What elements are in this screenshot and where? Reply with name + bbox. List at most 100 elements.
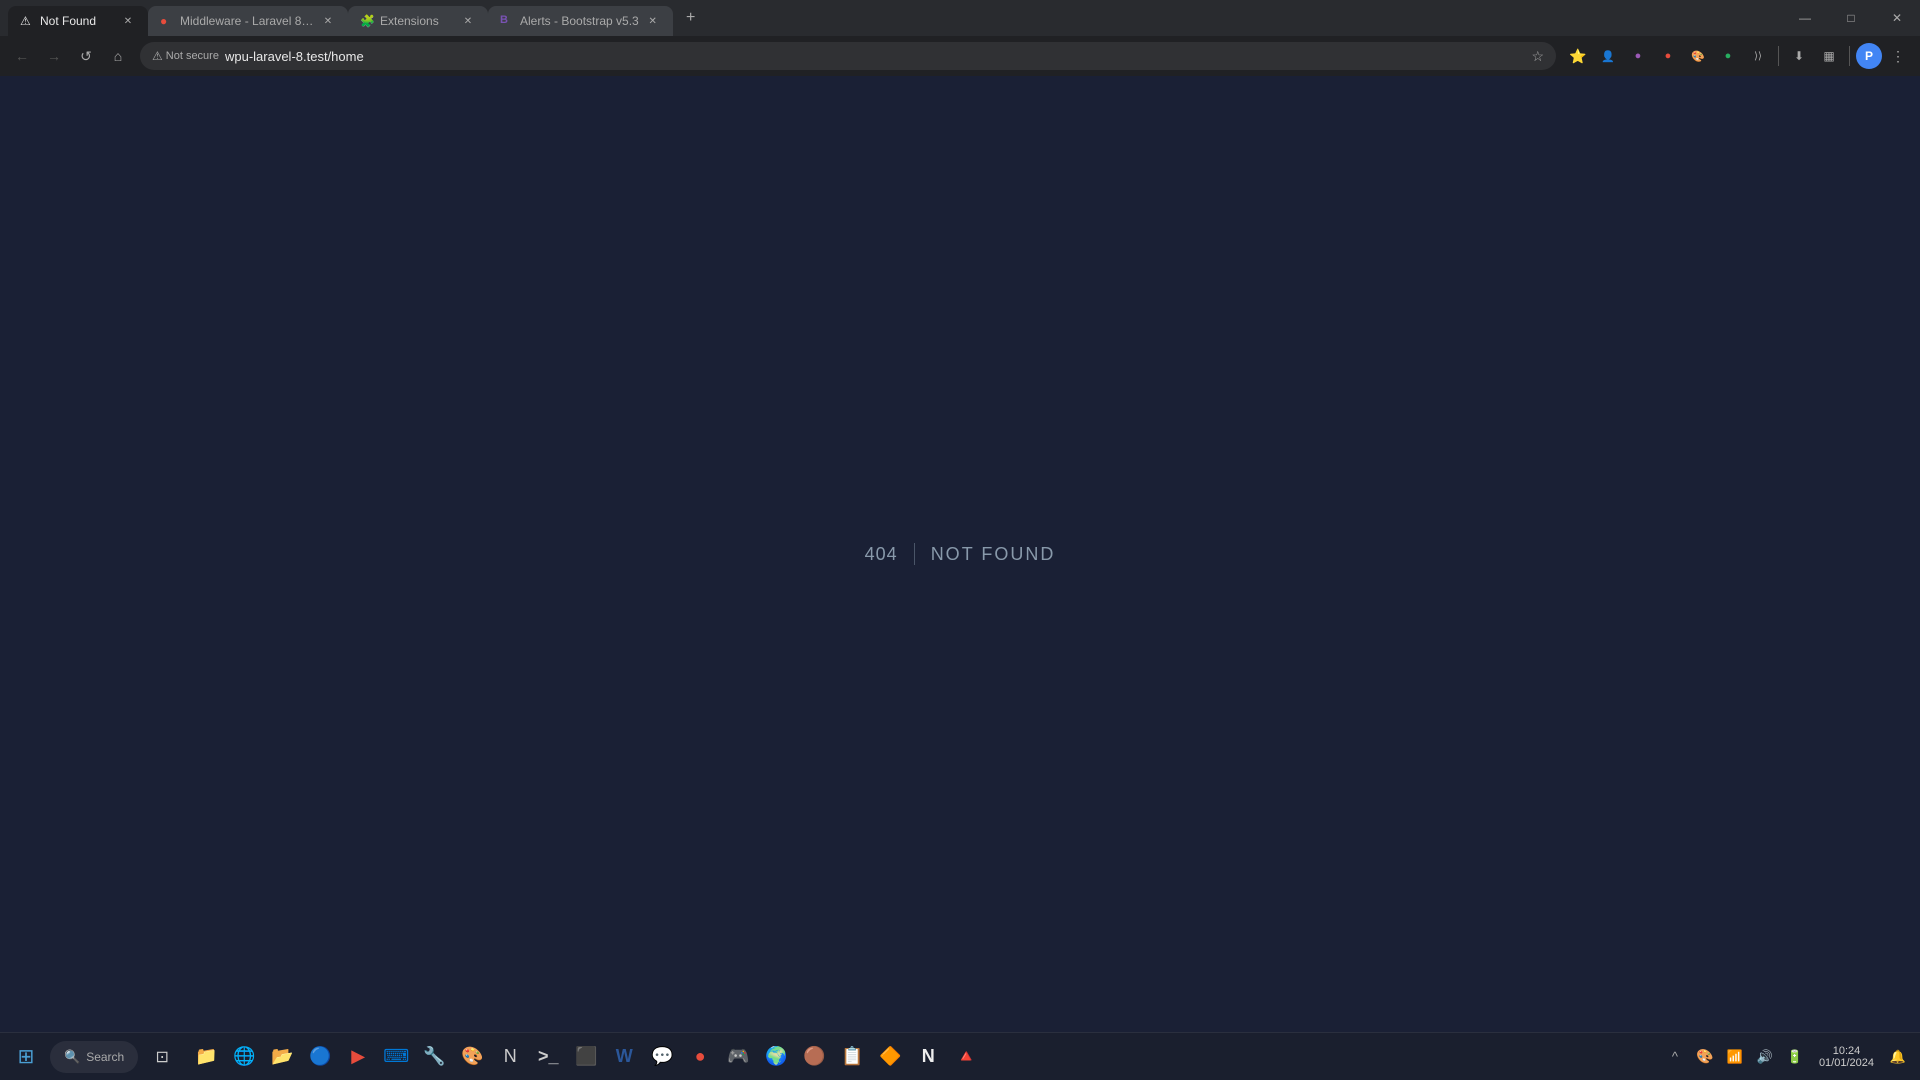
taskbar-item-app9[interactable]: N bbox=[492, 1039, 528, 1075]
home-button[interactable]: ⌂ bbox=[104, 42, 132, 70]
taskbar-item-notes[interactable]: 📋 bbox=[834, 1039, 870, 1075]
menu-icon[interactable]: ⋮ bbox=[1884, 42, 1912, 70]
bookmark-star-icon[interactable]: ☆ bbox=[1531, 48, 1544, 65]
notion2-icon: N bbox=[922, 1046, 935, 1067]
tab-title-2: Middleware - Laravel 8.x - The... bbox=[180, 14, 314, 28]
taskbar-item-notion[interactable]: >_ bbox=[530, 1039, 566, 1075]
app17-icon: 🟤 bbox=[803, 1046, 825, 1067]
taskbar-item-word[interactable]: W bbox=[606, 1039, 642, 1075]
nav-bar: ← → ↺ ⌂ ⚠ Not secure wpu-laravel-8.test/… bbox=[0, 36, 1920, 76]
search-text: Search bbox=[86, 1050, 124, 1064]
taskbar-item-youtube[interactable]: ▶ bbox=[340, 1039, 376, 1075]
taskbar-item-app14[interactable]: ● bbox=[682, 1039, 718, 1075]
search-icon: 🔍 bbox=[64, 1049, 80, 1065]
taskbar-item-discord[interactable]: 🎮 bbox=[720, 1039, 756, 1075]
start-icon: ⊞ bbox=[18, 1044, 35, 1069]
toolbar-right: ⭐ 👤 ● ● 🎨 ● ⟩⟩ ⬇ ▦ P ⋮ bbox=[1564, 42, 1912, 70]
extension-2-icon[interactable]: ● bbox=[1654, 42, 1682, 70]
terminal-icon: ⬛ bbox=[575, 1046, 597, 1067]
toolbar-separator bbox=[1778, 46, 1779, 66]
tab-not-found[interactable]: ⚠ Not Found ✕ bbox=[8, 6, 148, 36]
file-explorer-icon: 📁 bbox=[195, 1046, 217, 1067]
extension-1-icon[interactable]: ● bbox=[1624, 42, 1652, 70]
error-divider bbox=[914, 543, 915, 565]
clock-time: 10:24 bbox=[1833, 1045, 1861, 1057]
tab-extensions[interactable]: 🧩 Extensions ✕ bbox=[348, 6, 488, 36]
taskbar-item-notion2[interactable]: N bbox=[910, 1039, 946, 1075]
app9-icon: N bbox=[504, 1046, 517, 1067]
tab-bootstrap[interactable]: B Alerts - Bootstrap v5.3 ✕ bbox=[488, 6, 673, 36]
volume-icon[interactable]: 🔊 bbox=[1751, 1043, 1779, 1071]
discord-icon: 🎮 bbox=[727, 1046, 749, 1067]
address-bar[interactable]: ⚠ Not secure wpu-laravel-8.test/home ☆ bbox=[140, 42, 1556, 70]
taskbar-item-files[interactable]: 📂 bbox=[264, 1039, 300, 1075]
taskbar-item-app16[interactable]: 🌍 bbox=[758, 1039, 794, 1075]
tab-title-3: Extensions bbox=[380, 14, 454, 28]
taskbar-items: 📁 🌐 📂 🔵 ▶ ⌨ 🔧 🎨 N >_ ⬛ bbox=[182, 1039, 1659, 1075]
tab-favicon-3: 🧩 bbox=[360, 14, 374, 28]
taskbar-item-terminal[interactable]: ⬛ bbox=[568, 1039, 604, 1075]
chevron-up-icon[interactable]: ^ bbox=[1661, 1043, 1689, 1071]
vscode-icon: ⌨ bbox=[383, 1046, 409, 1067]
forward-button[interactable]: → bbox=[40, 42, 68, 70]
warning-icon: ⚠ bbox=[152, 49, 163, 63]
taskbar-item-app19[interactable]: 🔶 bbox=[872, 1039, 908, 1075]
taskbar-item-app17[interactable]: 🟤 bbox=[796, 1039, 832, 1075]
taskbar: ⊞ 🔍 Search ⊡ 📁 🌐 📂 🔵 ▶ ⌨ 🔧 🎨 bbox=[0, 1032, 1920, 1080]
app8-icon: 🎨 bbox=[461, 1046, 483, 1067]
taskbar-item-chrome[interactable]: 🔵 bbox=[302, 1039, 338, 1075]
profile-sync-icon[interactable]: 👤 bbox=[1594, 42, 1622, 70]
error-code: 404 bbox=[865, 544, 898, 565]
minimize-button[interactable]: — bbox=[1782, 0, 1828, 36]
tab-bar-row: ⚠ Not Found ✕ ● Middleware - Laravel 8.x… bbox=[0, 0, 1920, 36]
edge-icon: 🌐 bbox=[233, 1046, 255, 1067]
security-label: Not secure bbox=[166, 50, 219, 62]
word-icon: W bbox=[616, 1046, 633, 1067]
extension-5-icon[interactable]: ⟩⟩ bbox=[1744, 42, 1772, 70]
taskbar-item-app8[interactable]: 🎨 bbox=[454, 1039, 490, 1075]
back-button[interactable]: ← bbox=[8, 42, 36, 70]
taskbar-clock[interactable]: 10:24 01/01/2024 bbox=[1811, 1035, 1882, 1079]
taskbar-item-file-explorer[interactable]: 📁 bbox=[188, 1039, 224, 1075]
error-message: NOT FOUND bbox=[931, 544, 1056, 565]
profile-avatar[interactable]: P bbox=[1856, 43, 1882, 69]
reload-button[interactable]: ↺ bbox=[72, 42, 100, 70]
files-icon: 📂 bbox=[271, 1046, 293, 1067]
battery-icon[interactable]: 🔋 bbox=[1781, 1043, 1809, 1071]
tab-close-2[interactable]: ✕ bbox=[320, 13, 336, 29]
browser-chrome: ⚠ Not Found ✕ ● Middleware - Laravel 8.x… bbox=[0, 0, 1920, 76]
sidebar-icon[interactable]: ▦ bbox=[1815, 42, 1843, 70]
start-button[interactable]: ⊞ bbox=[8, 1039, 44, 1075]
taskbar-item-git[interactable]: 🔧 bbox=[416, 1039, 452, 1075]
taskbar-item-whatsapp[interactable]: 💬 bbox=[644, 1039, 680, 1075]
maximize-button[interactable]: □ bbox=[1828, 0, 1874, 36]
tab-close-3[interactable]: ✕ bbox=[460, 13, 476, 29]
extension-3-icon[interactable]: 🎨 bbox=[1684, 42, 1712, 70]
tab-title-4: Alerts - Bootstrap v5.3 bbox=[520, 14, 639, 28]
close-button[interactable]: ✕ bbox=[1874, 0, 1920, 36]
tab-close-4[interactable]: ✕ bbox=[645, 13, 661, 29]
extension-4-icon[interactable]: ● bbox=[1714, 42, 1742, 70]
taskbar-right: ^ 🎨 📶 🔊 🔋 10:24 01/01/2024 🔔 bbox=[1661, 1035, 1912, 1079]
browser-content: 404 NOT FOUND bbox=[0, 76, 1920, 1032]
address-url: wpu-laravel-8.test/home bbox=[225, 49, 1525, 64]
tab-favicon-4: B bbox=[500, 14, 514, 28]
taskbar-item-vscode[interactable]: ⌨ bbox=[378, 1039, 414, 1075]
multicolor-icon[interactable]: 🎨 bbox=[1691, 1043, 1719, 1071]
whatsapp-icon: 💬 bbox=[651, 1046, 673, 1067]
task-view-button[interactable]: ⊡ bbox=[144, 1039, 180, 1075]
taskbar-item-edge[interactable]: 🌐 bbox=[226, 1039, 262, 1075]
taskbar-search[interactable]: 🔍 Search bbox=[50, 1041, 138, 1073]
app14-icon: ● bbox=[695, 1046, 706, 1067]
downloads-icon[interactable]: ⬇ bbox=[1785, 42, 1813, 70]
clock-date: 01/01/2024 bbox=[1819, 1057, 1874, 1069]
taskbar-item-vlc[interactable]: 🔺 bbox=[948, 1039, 984, 1075]
bookmark-icon[interactable]: ⭐ bbox=[1564, 42, 1592, 70]
git-icon: 🔧 bbox=[423, 1046, 445, 1067]
new-tab-button[interactable]: + bbox=[677, 4, 705, 32]
tab-middleware[interactable]: ● Middleware - Laravel 8.x - The... ✕ bbox=[148, 6, 348, 36]
wifi-icon[interactable]: 📶 bbox=[1721, 1043, 1749, 1071]
notification-icon[interactable]: 🔔 bbox=[1884, 1043, 1912, 1071]
tab-close-1[interactable]: ✕ bbox=[120, 13, 136, 29]
tab-title-1: Not Found bbox=[40, 14, 114, 28]
